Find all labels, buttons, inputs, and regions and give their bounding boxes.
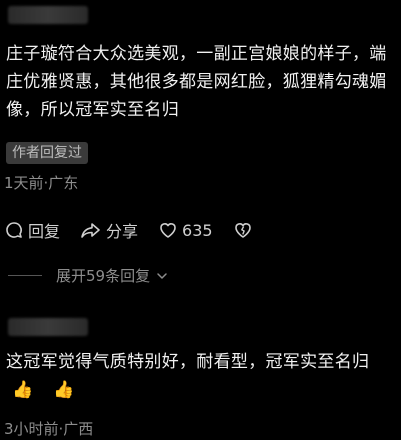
divider-line (8, 275, 42, 276)
heart-icon (158, 220, 178, 240)
thumbs-up-emoji: 👍 (12, 380, 34, 400)
share-label: 分享 (106, 222, 139, 241)
comment-text-body: 这冠军觉得气质特别好，耐看型，冠军实至名归 (6, 352, 370, 372)
reply-label: 回复 (28, 222, 61, 241)
comment-icon (4, 220, 24, 240)
broken-heart-icon (233, 220, 253, 240)
comment-meta: 3小时前·广西 (4, 420, 94, 438)
chevron-down-icon (156, 270, 168, 282)
comment-text: 庄子璇符合大众选美观，一副正宫娘娘的样子，端庄优雅贤惠，其他很多都是网红脸，狐狸… (6, 44, 387, 120)
username-blurred[interactable] (8, 318, 88, 336)
share-arrow-icon (80, 220, 102, 240)
dislike-button[interactable] (233, 220, 253, 240)
like-count: 635 (182, 220, 213, 240)
expand-replies-button[interactable]: 展开59条回复 (8, 265, 168, 286)
expand-replies-label: 展开59条回复 (56, 267, 151, 285)
username-blurred[interactable] (8, 6, 88, 24)
share-button[interactable]: 分享 (80, 218, 138, 242)
like-button[interactable]: 635 (158, 220, 213, 240)
reply-button[interactable]: 回复 (4, 218, 60, 242)
comment-meta: 1天前·广东 (4, 174, 79, 192)
thumbs-up-emoji: 👍 (53, 380, 75, 400)
comment-text: 这冠军觉得气质特别好，耐看型，冠军实至名归 👍 👍 (6, 348, 396, 404)
author-replied-tag: 作者回复过 (6, 142, 88, 164)
comment-actions: 回复 分享 635 (4, 218, 253, 242)
